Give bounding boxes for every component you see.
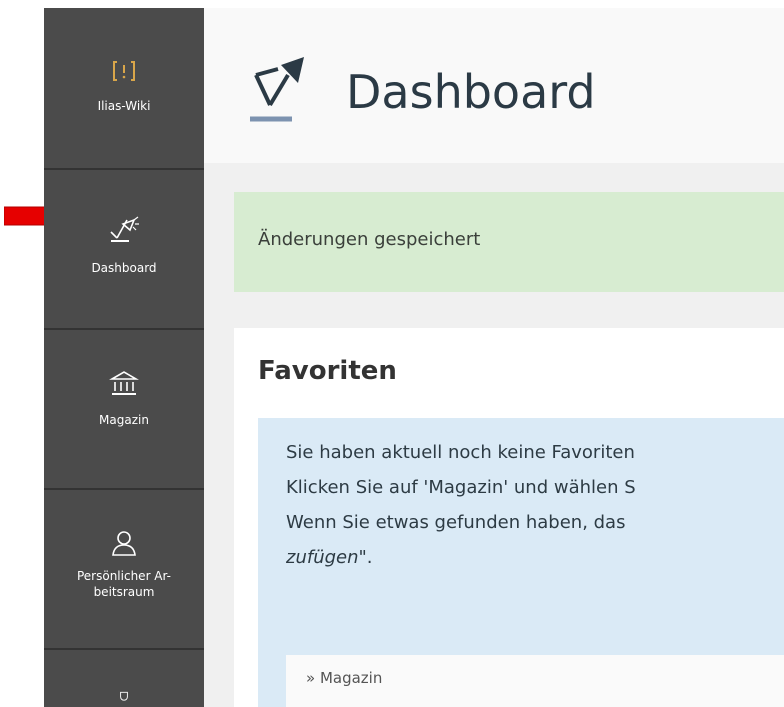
success-alert: Änderungen gespeichert — [234, 192, 784, 292]
sidebar-item-dashboard[interactable]: Dashboard — [44, 170, 204, 330]
dashboard-lamp-icon — [250, 57, 304, 122]
page-header: Dashboard — [204, 8, 784, 163]
person-icon — [112, 531, 136, 556]
page-title: Dashboard — [346, 65, 596, 119]
sidebar-item-label-line1: Persönlicher Ar- — [76, 569, 172, 583]
info-line-4-emphasis: zufügen — [286, 547, 359, 568]
magazin-link[interactable]: » Magazin — [306, 669, 382, 687]
favorites-title: Favoriten — [258, 356, 397, 386]
favorites-info-box: Sie haben aktuell noch keine Favoriten K… — [258, 418, 784, 707]
wiki-icon — [113, 61, 135, 81]
trophy-icon — [120, 691, 128, 701]
info-line-2: Klicken Sie auf 'Magazin' und wählen S — [286, 477, 636, 498]
sidebar-item-ilias-wiki[interactable]: Ilias-Wiki — [44, 8, 204, 170]
sidebar-item-label: Ilias-Wiki — [97, 99, 151, 113]
alert-message: Änderungen gespeichert — [258, 229, 481, 250]
sidebar-item-more[interactable] — [44, 650, 204, 707]
sidebar-item-label: Magazin — [99, 413, 149, 427]
info-line-1: Sie haben aktuell noch keine Favoriten — [286, 442, 635, 463]
sidebar-item-magazin[interactable]: Magazin — [44, 330, 204, 490]
info-line-4: zufügen". — [286, 547, 373, 568]
main-sidebar: Ilias-Wiki Dashboard Magazin Persönliche… — [44, 8, 204, 707]
magazine-building-icon — [109, 371, 139, 395]
favorites-panel: Favoriten Sie haben aktuell noch keine F… — [234, 328, 784, 707]
magazin-link-box: » Magazin — [286, 655, 784, 707]
sidebar-item-persoenlicher-arbeitsraum[interactable]: Persönlicher Ar- beitsraum — [44, 490, 204, 650]
sidebar-item-label-line2: beitsraum — [93, 585, 155, 599]
dashboard-lamp-icon — [110, 216, 139, 242]
info-line-3: Wenn Sie etwas gefunden haben, das — [286, 512, 626, 533]
main-content: Dashboard Änderungen gespeichert Favorit… — [204, 8, 784, 707]
sidebar-item-label: Dashboard — [91, 261, 157, 275]
info-line-4-suffix: ". — [358, 547, 373, 568]
